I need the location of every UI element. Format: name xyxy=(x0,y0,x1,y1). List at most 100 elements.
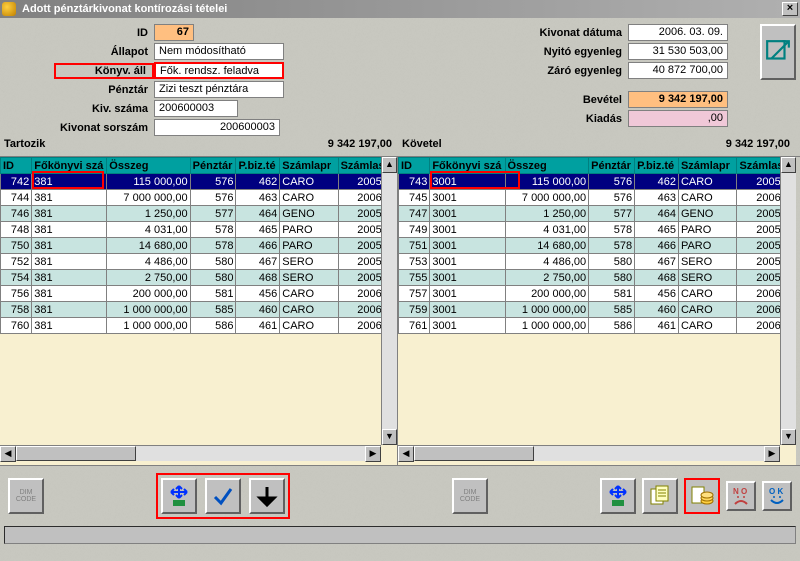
pages-icon xyxy=(648,484,672,508)
move-button[interactable] xyxy=(161,478,197,514)
penztar-value: Zizi teszt pénztára xyxy=(154,81,284,98)
table-row[interactable]: 75530012 750,00580468SERO200500 xyxy=(399,270,796,286)
zaro-label: Záró egyenleg xyxy=(528,65,628,77)
move-button-right[interactable] xyxy=(600,478,636,514)
kovetel-label: Követel xyxy=(398,138,442,156)
konyv-value: Fők. rendsz. feladva xyxy=(154,62,284,79)
konyv-label: Könyv. áll xyxy=(54,63,154,79)
scroll-right-icon[interactable]: ▶ xyxy=(764,446,780,462)
table-row[interactable]: 76130011 000 000,00586461CARO200600 xyxy=(399,318,796,334)
kivdatum-label: Kivonat dátuma xyxy=(528,27,628,39)
column-header[interactable]: Főkönyvi szá xyxy=(430,158,505,174)
table-row[interactable]: 742381115 000,00576462CARO200500 xyxy=(1,174,397,190)
column-header[interactable]: Pénztár xyxy=(190,158,236,174)
table-row[interactable]: 75330014 486,00580467SERO200500 xyxy=(399,254,796,270)
table-row[interactable]: 7443817 000 000,00576463CARO200600 xyxy=(1,190,397,206)
no-face-icon: N O xyxy=(729,484,753,508)
section-headers: Tartozik 9 342 197,00 Követel 9 342 197,… xyxy=(0,138,800,156)
pages-button[interactable] xyxy=(642,478,678,514)
ok-face-icon: O K xyxy=(765,484,789,508)
column-header[interactable]: Főkönyvi szá xyxy=(32,158,107,174)
tartozik-grid[interactable]: IDFőkönyvi száÖsszegPénztárP.biz.téSzáml… xyxy=(0,157,397,334)
column-header[interactable]: Számlapr xyxy=(280,158,338,174)
tartozik-hscroll[interactable]: ◀ ▶ xyxy=(0,445,381,461)
form-left: ID 67 Állapot Nem módosítható Könyv. áll… xyxy=(54,24,284,136)
column-header[interactable]: ID xyxy=(1,158,32,174)
allapot-label: Állapot xyxy=(54,46,154,58)
nyito-label: Nyitó egyenleg xyxy=(528,46,628,58)
no-button[interactable]: N O xyxy=(726,481,756,511)
table-row[interactable]: 7483814 031,00578465PARO200500 xyxy=(1,222,397,238)
column-header[interactable]: P.biz.té xyxy=(236,158,280,174)
id-label: ID xyxy=(54,27,154,39)
table-row[interactable]: 7463811 250,00577464GENO200500 xyxy=(1,206,397,222)
nyito-value: 31 530 503,00 xyxy=(628,43,728,60)
table-row[interactable]: 7583811 000 000,00585460CARO200600 xyxy=(1,302,397,318)
status-bar xyxy=(4,526,796,544)
id-value: 67 xyxy=(154,24,194,41)
scroll-down-icon[interactable]: ▼ xyxy=(781,429,796,445)
highlighted-group-left xyxy=(156,473,290,519)
table-row[interactable]: 7433001115 000,00576462CARO200500 xyxy=(399,174,796,190)
column-header[interactable]: P.biz.té xyxy=(635,158,679,174)
kivsorszam-value: 200600003 xyxy=(154,119,280,136)
column-header[interactable]: Pénztár xyxy=(589,158,635,174)
table-row[interactable]: 7543812 750,00580468SERO200500 xyxy=(1,270,397,286)
kivsorszam-label: Kivonat sorszám xyxy=(54,122,154,134)
coins-icon xyxy=(690,484,714,508)
column-header[interactable]: Összeg xyxy=(107,158,190,174)
edit-icon xyxy=(765,39,791,65)
header-area: ID 67 Állapot Nem módosítható Könyv. áll… xyxy=(0,18,800,138)
scroll-up-icon[interactable]: ▲ xyxy=(382,157,397,173)
title-bar: Adott pénztárkivonat kontírozási tételei… xyxy=(0,0,800,18)
table-row[interactable]: 756381200 000,00581456CARO200600 xyxy=(1,286,397,302)
toolbar: DIM CODE DIM CODE xyxy=(0,466,800,526)
penztar-label: Pénztár xyxy=(54,84,154,96)
coins-button[interactable] xyxy=(684,478,720,514)
table-row[interactable]: 75930011 000 000,00585460CARO200600 xyxy=(399,302,796,318)
app-icon xyxy=(2,2,16,16)
dimcode-button-left[interactable]: DIM CODE xyxy=(8,478,44,514)
ok-button[interactable]: O K xyxy=(762,481,792,511)
arrow-down-icon xyxy=(255,484,279,508)
checkmark-icon xyxy=(211,484,235,508)
table-row[interactable]: 74730011 250,00577464GENO200500 xyxy=(399,206,796,222)
move-arrows-icon xyxy=(606,484,630,508)
kivdatum-value: 2006. 03. 09. xyxy=(628,24,728,41)
grids: IDFőkönyvi száÖsszegPénztárP.biz.téSzáml… xyxy=(0,156,800,466)
kovetel-grid[interactable]: IDFőkönyvi száÖsszegPénztárP.biz.téSzáml… xyxy=(398,157,796,334)
table-row[interactable]: 74530017 000 000,00576463CARO200600 xyxy=(399,190,796,206)
table-row[interactable]: 7603811 000 000,00586461CARO200600 xyxy=(1,318,397,334)
tartozik-label: Tartozik xyxy=(0,138,45,156)
table-row[interactable]: 75038114 680,00578466PARO200500 xyxy=(1,238,397,254)
table-row[interactable]: 7523814 486,00580467SERO200500 xyxy=(1,254,397,270)
kiadas-value: ,00 xyxy=(628,110,728,127)
tartozik-vscroll[interactable]: ▲ ▼ xyxy=(381,157,397,445)
bevetel-value: 9 342 197,00 xyxy=(628,91,728,108)
scroll-up-icon[interactable]: ▲ xyxy=(781,157,796,173)
edit-button[interactable] xyxy=(760,24,796,80)
scroll-left-icon[interactable]: ◀ xyxy=(398,446,414,462)
table-row[interactable]: 7573001200 000,00581456CARO200600 xyxy=(399,286,796,302)
check-button[interactable] xyxy=(205,478,241,514)
allapot-value: Nem módosítható xyxy=(154,43,284,60)
down-button[interactable] xyxy=(249,478,285,514)
tartozik-total: 9 342 197,00 xyxy=(45,138,398,156)
kovetel-vscroll[interactable]: ▲ ▼ xyxy=(780,157,796,445)
dimcode-button-right[interactable]: DIM CODE xyxy=(452,478,488,514)
svg-text:O K: O K xyxy=(769,487,783,496)
kivszam-label: Kiv. száma xyxy=(54,103,154,115)
kovetel-total: 9 342 197,00 xyxy=(442,138,796,156)
kovetel-grid-pane: IDFőkönyvi száÖsszegPénztárP.biz.téSzáml… xyxy=(398,157,796,465)
scroll-right-icon[interactable]: ▶ xyxy=(365,446,381,462)
kovetel-hscroll[interactable]: ◀ ▶ xyxy=(398,445,780,461)
scroll-down-icon[interactable]: ▼ xyxy=(382,429,397,445)
column-header[interactable]: ID xyxy=(399,158,430,174)
table-row[interactable]: 74930014 031,00578465PARO200500 xyxy=(399,222,796,238)
form-right: Kivonat dátuma 2006. 03. 09. Nyitó egyen… xyxy=(528,24,728,136)
close-button[interactable]: × xyxy=(782,2,798,16)
column-header[interactable]: Számlapr xyxy=(678,158,737,174)
table-row[interactable]: 751300114 680,00578466PARO200500 xyxy=(399,238,796,254)
scroll-left-icon[interactable]: ◀ xyxy=(0,446,16,462)
column-header[interactable]: Összeg xyxy=(505,158,589,174)
